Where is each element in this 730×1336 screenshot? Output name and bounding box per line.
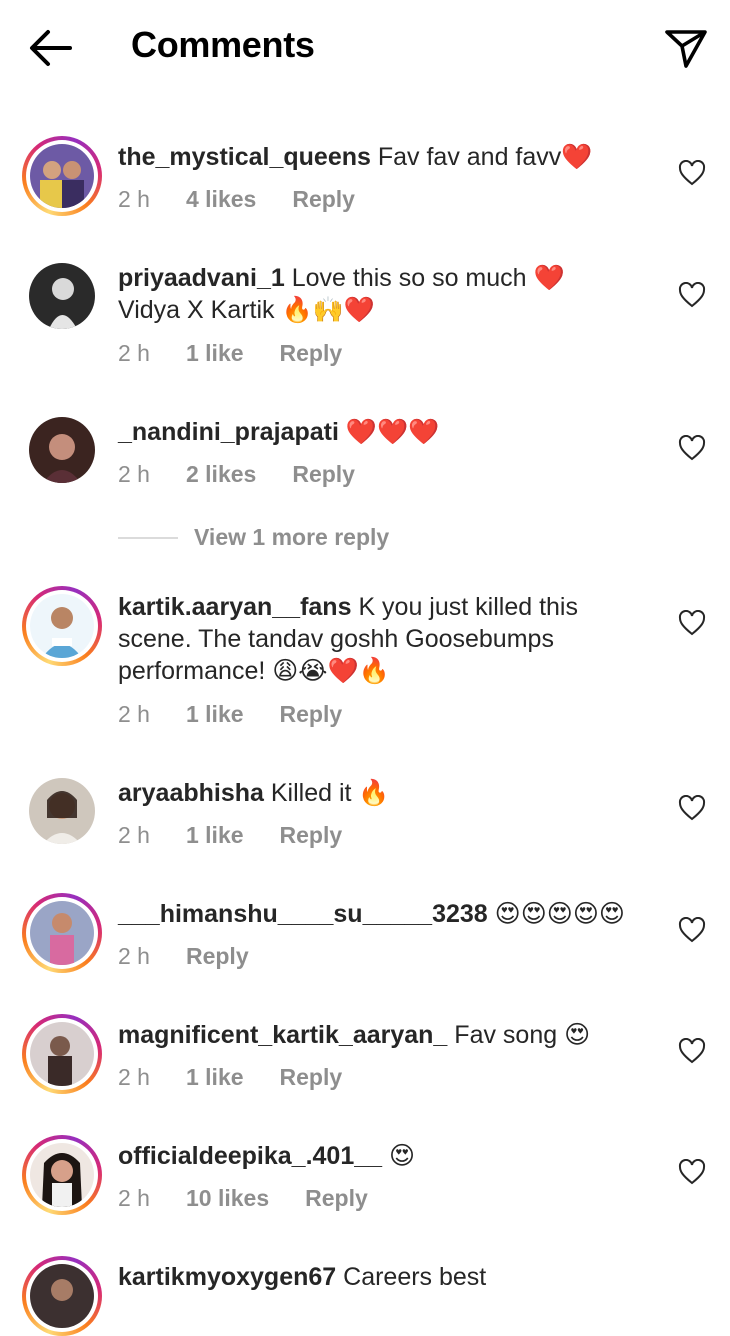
comment-time: 2 h xyxy=(118,1185,150,1211)
divider xyxy=(118,536,178,539)
comment-text: officialdeepika_.401__ 😍 xyxy=(118,1140,638,1172)
comment-emoji: 😍 xyxy=(389,1142,416,1170)
comment-body-line2: Vidya X Kartik xyxy=(118,296,282,324)
likes-count[interactable]: 1 like xyxy=(186,1064,244,1091)
heart-icon[interactable] xyxy=(678,1158,706,1185)
heart-icon[interactable] xyxy=(678,1037,706,1064)
comment-body: Killed it xyxy=(270,779,359,807)
comment-username[interactable]: kartik.aaryan__fans xyxy=(118,593,351,621)
comment-meta: 2 h 2 likes Reply xyxy=(118,461,391,488)
paper-plane-icon[interactable] xyxy=(662,24,710,72)
comment-meta: 2 h Reply xyxy=(118,943,285,970)
heart-icon[interactable] xyxy=(678,281,706,308)
reply-button[interactable]: Reply xyxy=(280,822,343,849)
comment-username[interactable]: kartikmyoxygen67 xyxy=(118,1263,336,1291)
avatar[interactable] xyxy=(22,586,102,666)
reply-button[interactable]: Reply xyxy=(292,186,355,213)
view-more-label[interactable]: View 1 more reply xyxy=(194,524,389,551)
reply-button[interactable]: Reply xyxy=(305,1185,368,1212)
heart-icon[interactable] xyxy=(678,916,706,943)
comment-emoji: ❤️❤️❤️ xyxy=(345,418,440,446)
comment-text: ___himanshu____su_____3238 😍😍😍😍😍 xyxy=(118,898,638,930)
comment-text: _nandini_prajapati ❤️❤️❤️ xyxy=(118,416,638,448)
avatar[interactable] xyxy=(29,417,95,483)
reply-button[interactable]: Reply xyxy=(186,943,249,970)
comment-body: Fav song xyxy=(454,1021,565,1049)
comment-body: Careers best xyxy=(343,1263,487,1291)
comment-text: kartikmyoxygen67 Careers best xyxy=(118,1261,638,1293)
comment-emoji: 😍 xyxy=(564,1021,591,1049)
avatar[interactable] xyxy=(22,136,102,216)
comment-meta: 2 h 4 likes Reply xyxy=(118,186,391,213)
comment-username[interactable]: magnificent_kartik_aaryan_ xyxy=(118,1021,447,1049)
comment-time: 2 h xyxy=(118,340,150,366)
comment-meta: 2 h 1 like Reply xyxy=(118,822,378,849)
comment-username[interactable]: aryaabhisha xyxy=(118,779,264,807)
view-more-replies[interactable]: View 1 more reply xyxy=(118,524,389,551)
comment-meta: 2 h 10 likes Reply xyxy=(118,1185,404,1212)
comment-text: magnificent_kartik_aaryan_ Fav song 😍 xyxy=(118,1019,638,1051)
reply-button[interactable]: Reply xyxy=(280,340,343,367)
comment-text: aryaabhisha Killed it 🔥 xyxy=(118,777,638,809)
comment-time: 2 h xyxy=(118,461,150,487)
comment-text: the_mystical_queens Fav fav and favv❤️ xyxy=(118,141,638,173)
comment-emoji: ❤️ xyxy=(561,143,593,171)
avatar[interactable] xyxy=(22,1256,102,1336)
comment-time: 2 h xyxy=(118,822,150,848)
avatar[interactable] xyxy=(22,1135,102,1215)
comment-time: 2 h xyxy=(118,701,150,727)
comment-username[interactable]: _nandini_prajapati xyxy=(118,418,339,446)
comment-body: Fav fav and favv xyxy=(377,143,562,171)
reply-button[interactable]: Reply xyxy=(280,701,343,728)
reply-button[interactable]: Reply xyxy=(292,461,355,488)
avatar[interactable] xyxy=(29,263,95,329)
comment-emoji-line2: 🔥🙌❤️ xyxy=(281,296,375,324)
likes-count[interactable]: 1 like xyxy=(186,701,244,728)
comment-time: 2 h xyxy=(118,186,150,212)
comment-text: priyaadvani_1 Love this so so much ❤️ Vi… xyxy=(118,262,638,326)
comment-meta: 2 h 1 like Reply xyxy=(118,340,378,367)
page-title: Comments xyxy=(131,24,315,65)
likes-count[interactable]: 10 likes xyxy=(186,1185,269,1212)
comment-emoji: 😩😭❤️🔥 xyxy=(272,657,390,685)
avatar[interactable] xyxy=(22,1014,102,1094)
likes-count[interactable]: 1 like xyxy=(186,340,244,367)
heart-icon[interactable] xyxy=(678,609,706,636)
heart-icon[interactable] xyxy=(678,794,706,821)
top-bar: Comments xyxy=(0,0,730,100)
comment-username[interactable]: officialdeepika_.401__ xyxy=(118,1142,382,1170)
comment-meta: 2 h 1 like Reply xyxy=(118,701,378,728)
comment-emoji: 😍😍😍😍😍 xyxy=(494,900,625,928)
comment-meta: 2 h 1 like Reply xyxy=(118,1064,378,1091)
avatar[interactable] xyxy=(22,893,102,973)
heart-icon[interactable] xyxy=(678,434,706,461)
comment-body: Love this so so much xyxy=(291,264,534,292)
likes-count[interactable]: 2 likes xyxy=(186,461,256,488)
comment-username[interactable]: ___himanshu____su_____3238 xyxy=(118,900,488,928)
reply-button[interactable]: Reply xyxy=(280,1064,343,1091)
comment-username[interactable]: the_mystical_queens xyxy=(118,143,371,171)
comment-emoji: 🔥 xyxy=(358,779,390,807)
comment-text: kartik.aaryan__fans K you just killed th… xyxy=(118,591,638,687)
likes-count[interactable]: 4 likes xyxy=(186,186,256,213)
comment-username[interactable]: priyaadvani_1 xyxy=(118,264,285,292)
heart-icon[interactable] xyxy=(678,159,706,186)
comment-emoji: ❤️ xyxy=(533,264,565,292)
comment-time: 2 h xyxy=(118,1064,150,1090)
comment-time: 2 h xyxy=(118,943,150,969)
arrow-left-icon[interactable] xyxy=(26,26,74,70)
likes-count[interactable]: 1 like xyxy=(186,822,244,849)
avatar[interactable] xyxy=(29,778,95,844)
